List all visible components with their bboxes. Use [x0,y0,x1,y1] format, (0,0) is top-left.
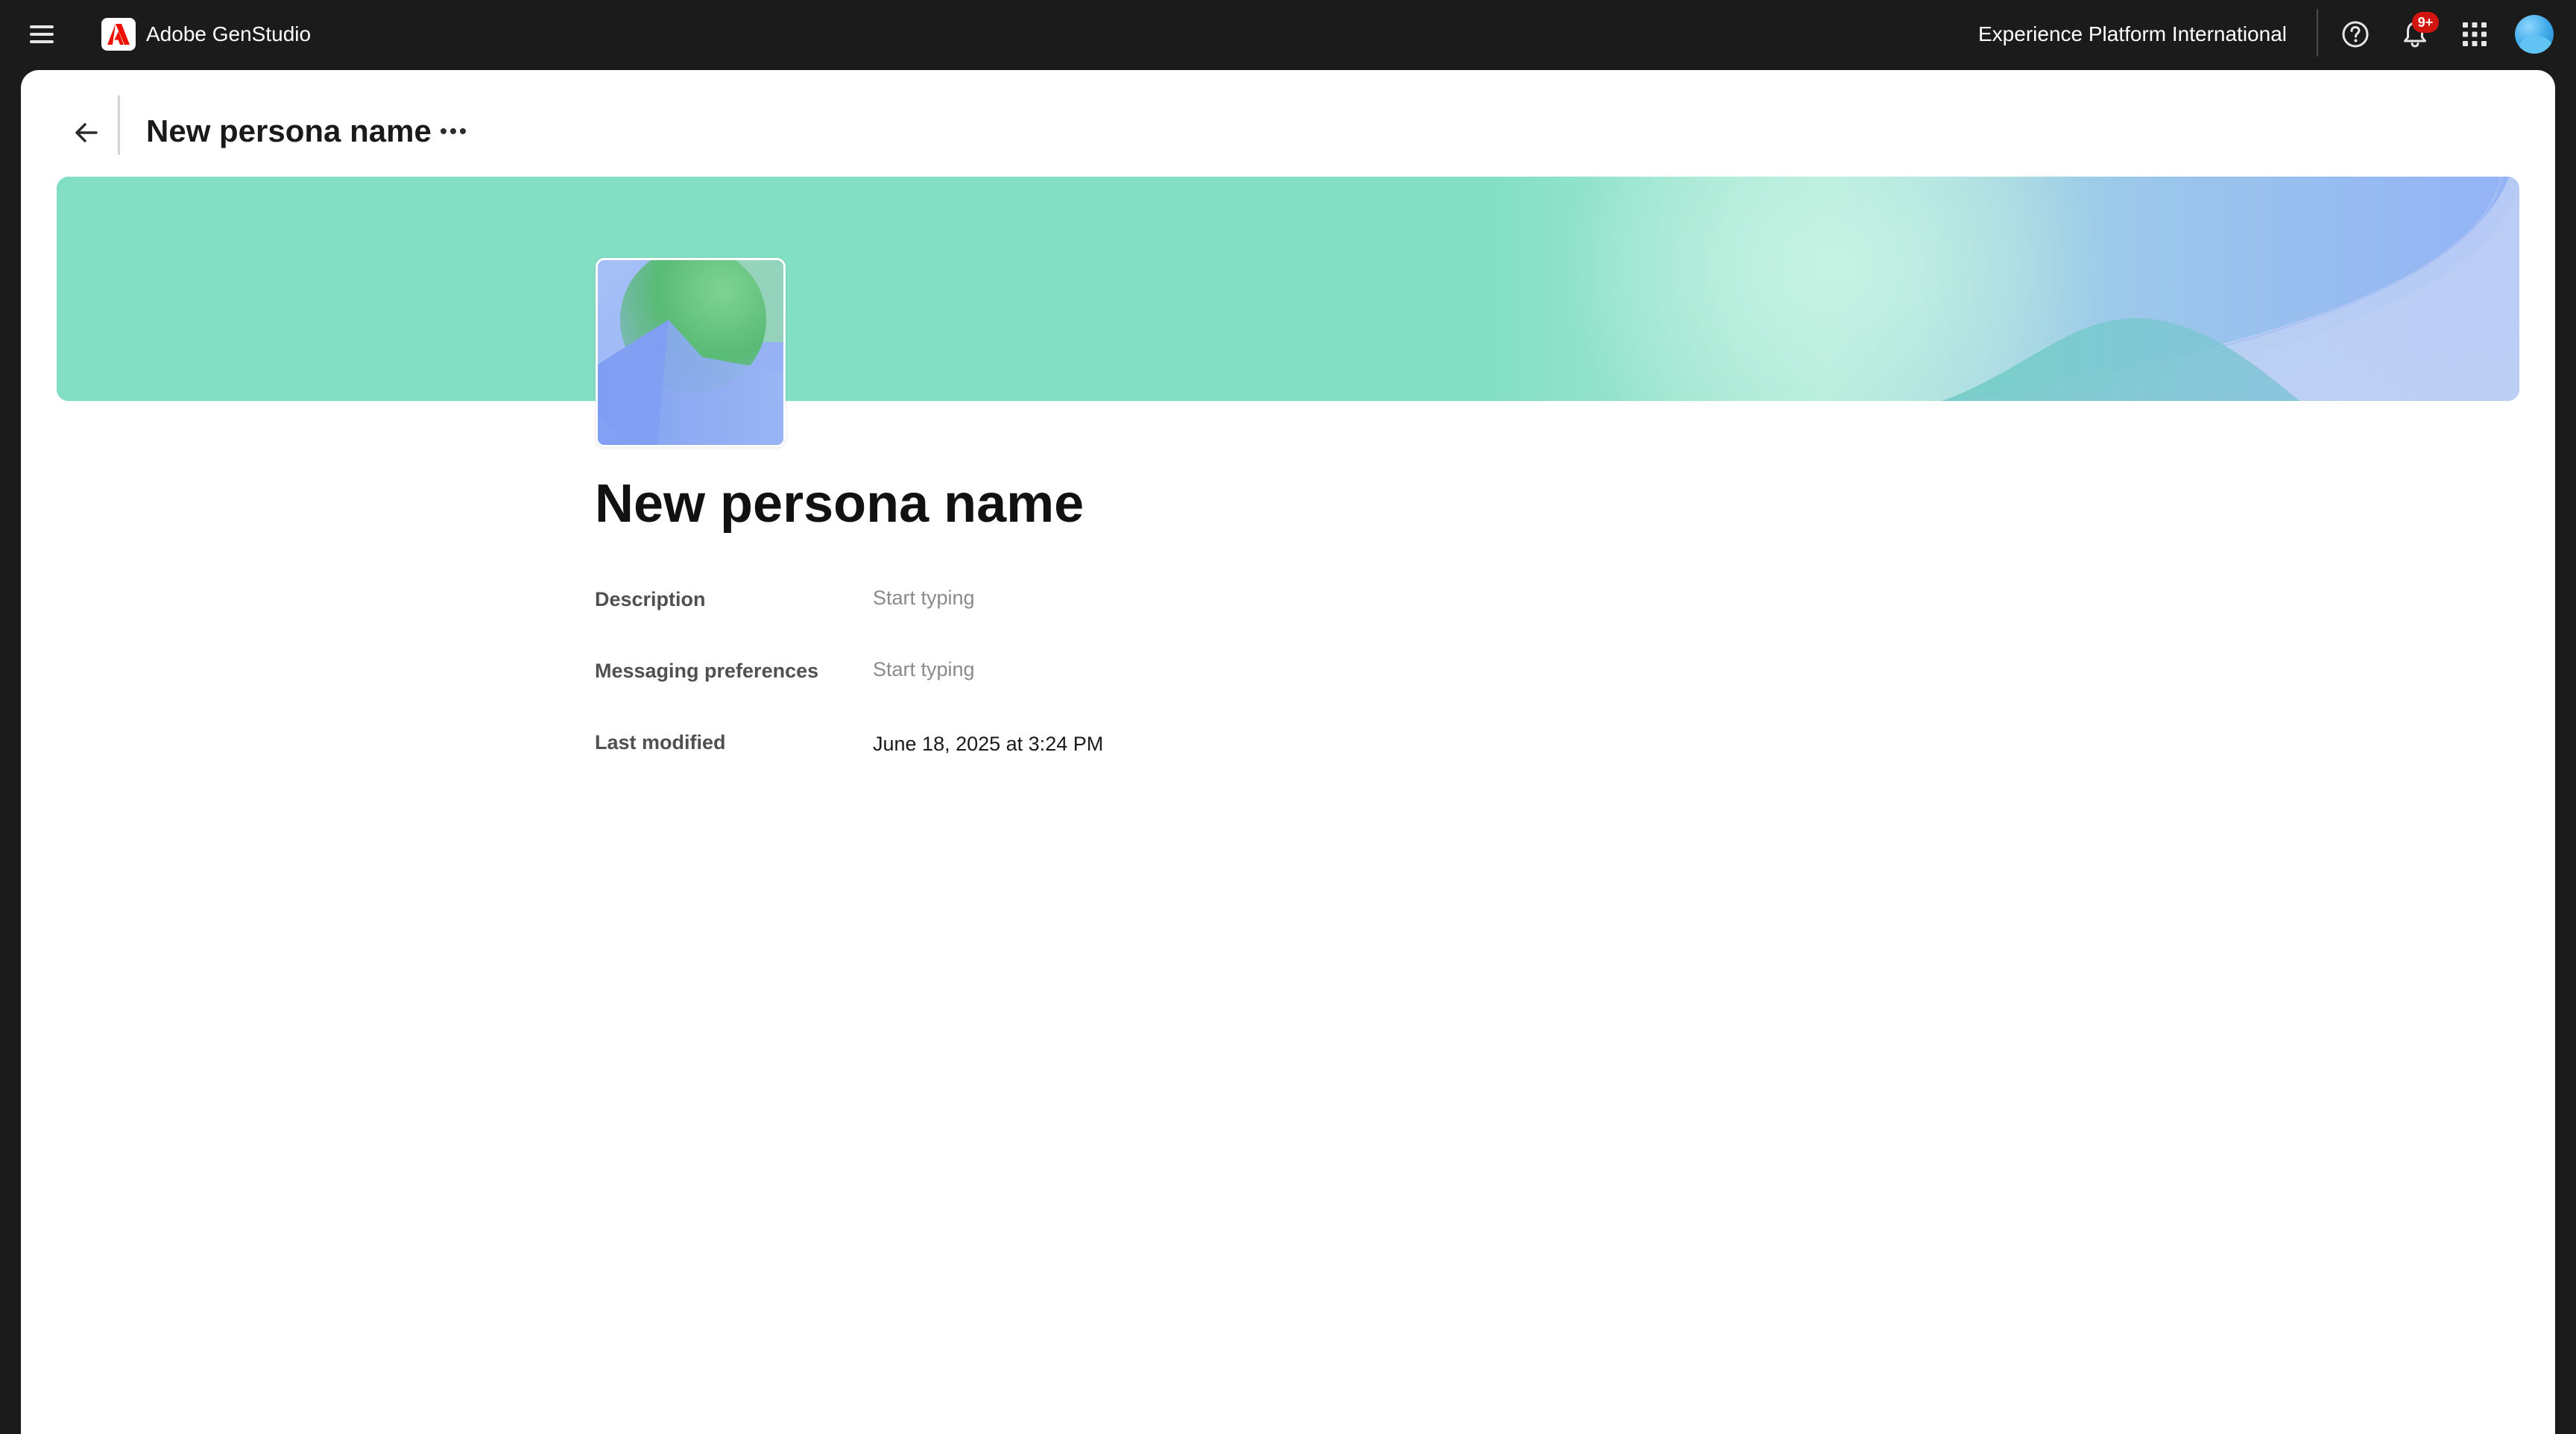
appbar-divider [2317,9,2318,57]
more-actions-button[interactable] [432,113,474,149]
more-icon [441,128,466,134]
app-bar: Adobe GenStudio Experience Platform Inte… [0,0,2576,69]
page-title: New persona name [146,113,432,148]
app-grid-icon[interactable] [2457,16,2493,52]
last-modified-label: Last modified [595,731,726,754]
notification-badge: 9+ [2412,12,2439,33]
header-divider [118,95,120,155]
description-input[interactable]: Start typing [873,583,975,613]
back-button[interactable] [63,109,110,157]
persona-name-heading[interactable]: New persona name [595,468,1084,540]
menu-icon[interactable] [28,22,55,46]
description-label: Description [595,588,706,610]
org-switcher[interactable]: Experience Platform International [1978,19,2287,49]
main-panel: New persona name New persona name Descri… [21,70,2555,1434]
user-avatar[interactable] [2515,15,2554,54]
messaging-preferences-label: Messaging preferences [595,660,819,682]
help-icon[interactable] [2337,16,2373,52]
adobe-logo-icon[interactable] [101,18,136,51]
brand-name[interactable]: Adobe GenStudio [146,19,311,49]
persona-banner [57,177,2519,401]
persona-avatar-image[interactable] [596,258,786,447]
last-modified-value: June 18, 2025 at 3:24 PM [873,733,1104,755]
arrow-left-icon [75,123,98,142]
messaging-preferences-input[interactable]: Start typing [873,654,975,684]
